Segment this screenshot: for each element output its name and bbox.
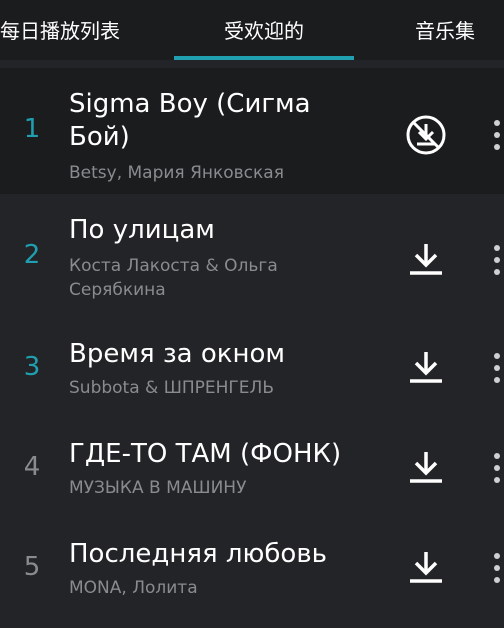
tab-bar: 每日播放列表 受欢迎的 音乐集 (0, 0, 504, 60)
song-artist: МУЗЫКА В МАШИНУ (69, 478, 247, 498)
tab-music-collection[interactable]: 音乐集 (380, 0, 504, 58)
song-rank: 2 (23, 240, 41, 270)
more-options-icon[interactable] (486, 450, 504, 486)
song-title: Последняя любовь (69, 539, 327, 569)
song-rank: 1 (23, 114, 41, 144)
song-row[interactable]: 4 ГДЕ-ТО ТАМ (ФОНК) МУЗЫКА В МАШИНУ (0, 422, 504, 514)
download-disabled-icon[interactable] (402, 111, 450, 159)
song-row[interactable]: 5 Последняя любовь MONA, Лолита (0, 522, 504, 614)
song-rank: 5 (23, 552, 41, 582)
download-icon[interactable] (402, 444, 450, 492)
song-row[interactable]: 1 Sigma Boy (Сигма Бой) Betsy, Мария Янк… (0, 68, 504, 194)
song-rank: 3 (23, 352, 41, 382)
more-options-icon[interactable] (486, 550, 504, 586)
tab-popular[interactable]: 受欢迎的 (174, 0, 354, 58)
song-artist: Subbota & ШПРЕНГЕЛЬ (69, 378, 274, 398)
more-options-icon[interactable] (486, 242, 504, 278)
song-rank: 4 (23, 452, 41, 482)
song-artist: Betsy, Мария Янковская (69, 163, 284, 183)
download-icon[interactable] (402, 544, 450, 592)
more-options-icon[interactable] (486, 117, 504, 153)
app-window: 每日播放列表 受欢迎的 音乐集 1 Sigma Boy (Сигма Бой) … (0, 0, 504, 628)
song-row[interactable]: 2 По улицам Коста Лакоста & Ольга Серябк… (0, 204, 504, 314)
song-title: ГДЕ-ТО ТАМ (ФОНК) (69, 439, 342, 469)
download-icon[interactable] (402, 236, 450, 284)
download-icon[interactable] (402, 344, 450, 392)
song-title: Время за окном (69, 339, 286, 369)
more-options-icon[interactable] (486, 350, 504, 386)
song-artist: MONA, Лолита (69, 578, 198, 598)
active-tab-indicator (174, 56, 354, 60)
song-title: По улицам (69, 215, 215, 245)
song-row[interactable]: 3 Время за окном Subbota & ШПРЕНГЕЛЬ (0, 322, 504, 414)
song-artist: Коста Лакоста & Ольга Серябкина (69, 256, 278, 300)
tab-daily-playlist[interactable]: 每日播放列表 (0, 0, 140, 58)
song-title: Sigma Boy (Сигма Бой) (69, 89, 311, 152)
